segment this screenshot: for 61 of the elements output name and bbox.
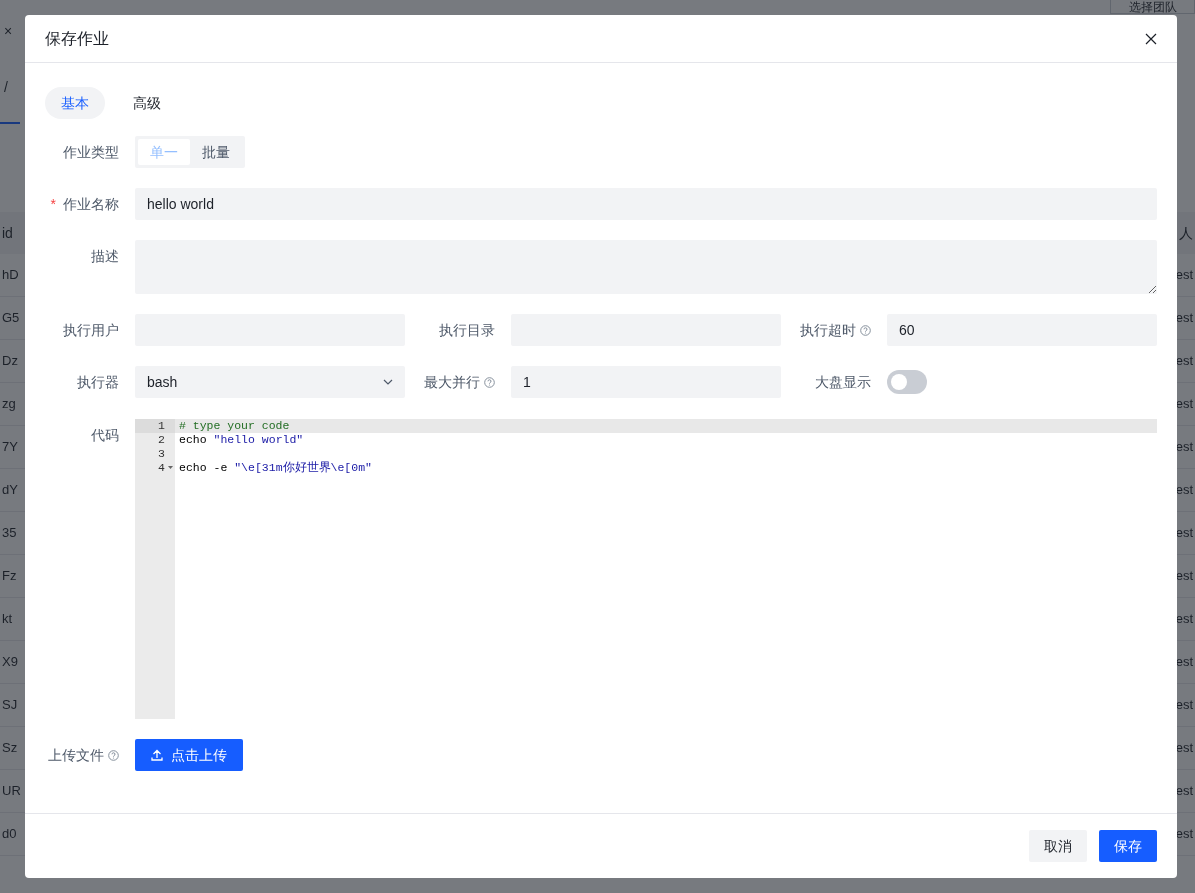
table-cell-text: dY — [2, 481, 18, 500]
table-cell-text: kt — [2, 610, 13, 629]
table-cell-text: Fz — [2, 567, 17, 586]
field-label: 上传文件 — [48, 746, 104, 765]
segmented-control[interactable]: 单一 批量 — [135, 136, 245, 168]
close-button[interactable] — [1145, 32, 1157, 45]
table-cell-text: 7Y — [2, 438, 18, 457]
column-header: 人 — [1179, 223, 1193, 243]
modal-title: 保存作业 — [45, 28, 109, 49]
code-line: echo "hello world" — [179, 433, 304, 446]
help-icon — [484, 376, 495, 388]
number-field[interactable]: 1 — [511, 366, 781, 398]
tab[interactable]: 高级 — [117, 87, 177, 119]
cancel-button[interactable]: 取消 — [1029, 830, 1087, 862]
close-icon[interactable]: × — [4, 20, 13, 42]
field-label: 执行用户 — [63, 321, 119, 340]
field-label: 作业名称 — [63, 195, 119, 214]
fold-arrow-icon — [168, 466, 173, 469]
field-label: 最大并行 — [424, 373, 480, 392]
code-line: echo -e "\e[31m你好世界\e[0m" — [179, 461, 372, 474]
field-label: 大盘显示 — [815, 373, 871, 392]
upload-button[interactable]: 点击上传 — [135, 739, 243, 771]
line-number: 4 — [158, 461, 165, 474]
required-mark: * — [50, 195, 56, 214]
field-label: 描述 — [91, 247, 119, 266]
select-field[interactable]: bash — [135, 366, 405, 398]
text-field[interactable]: hello world — [135, 188, 1157, 220]
column-header: id — [2, 223, 13, 243]
table-cell-text: G5 — [2, 309, 20, 328]
line-number: 2 — [158, 433, 165, 446]
line-number: 3 — [158, 447, 165, 460]
table-cell-text: Sz — [2, 739, 18, 758]
table-cell-text: Dz — [2, 352, 18, 371]
table-cell-text: 35 — [2, 524, 17, 543]
table-cell-text: zg — [2, 395, 16, 414]
table-cell-text: UR — [2, 782, 21, 801]
code-line: # type your code — [179, 419, 290, 432]
toggle-switch[interactable] — [887, 370, 927, 394]
upload-icon — [151, 749, 163, 761]
description-field[interactable] — [135, 240, 1157, 294]
chevron-down-icon — [383, 379, 393, 385]
help-icon — [860, 324, 871, 336]
field-label: 执行目录 — [439, 321, 495, 340]
table-cell-text: SJ — [2, 696, 18, 715]
close-icon — [1145, 32, 1157, 45]
help-icon — [108, 749, 119, 761]
field-label: 执行器 — [77, 373, 119, 392]
segment-option[interactable]: 批量 — [190, 139, 242, 165]
line-number: 1 — [158, 419, 165, 432]
save-button[interactable]: 保存 — [1099, 830, 1157, 862]
table-cell-text: d0 — [2, 825, 17, 844]
number-field[interactable]: 60 — [887, 314, 1157, 346]
select-value: bash — [147, 372, 178, 392]
breadcrumb-separator: / — [4, 77, 8, 97]
team-button[interactable]: 选择团队 — [1110, 0, 1195, 14]
field-label: 代码 — [91, 426, 119, 445]
field-label: 作业类型 — [63, 143, 119, 162]
table-cell-text: X9 — [2, 653, 18, 672]
table-cell-text: hD — [2, 266, 19, 285]
tab[interactable]: 基本 — [45, 87, 105, 119]
field-label: 执行超时 — [800, 321, 856, 340]
